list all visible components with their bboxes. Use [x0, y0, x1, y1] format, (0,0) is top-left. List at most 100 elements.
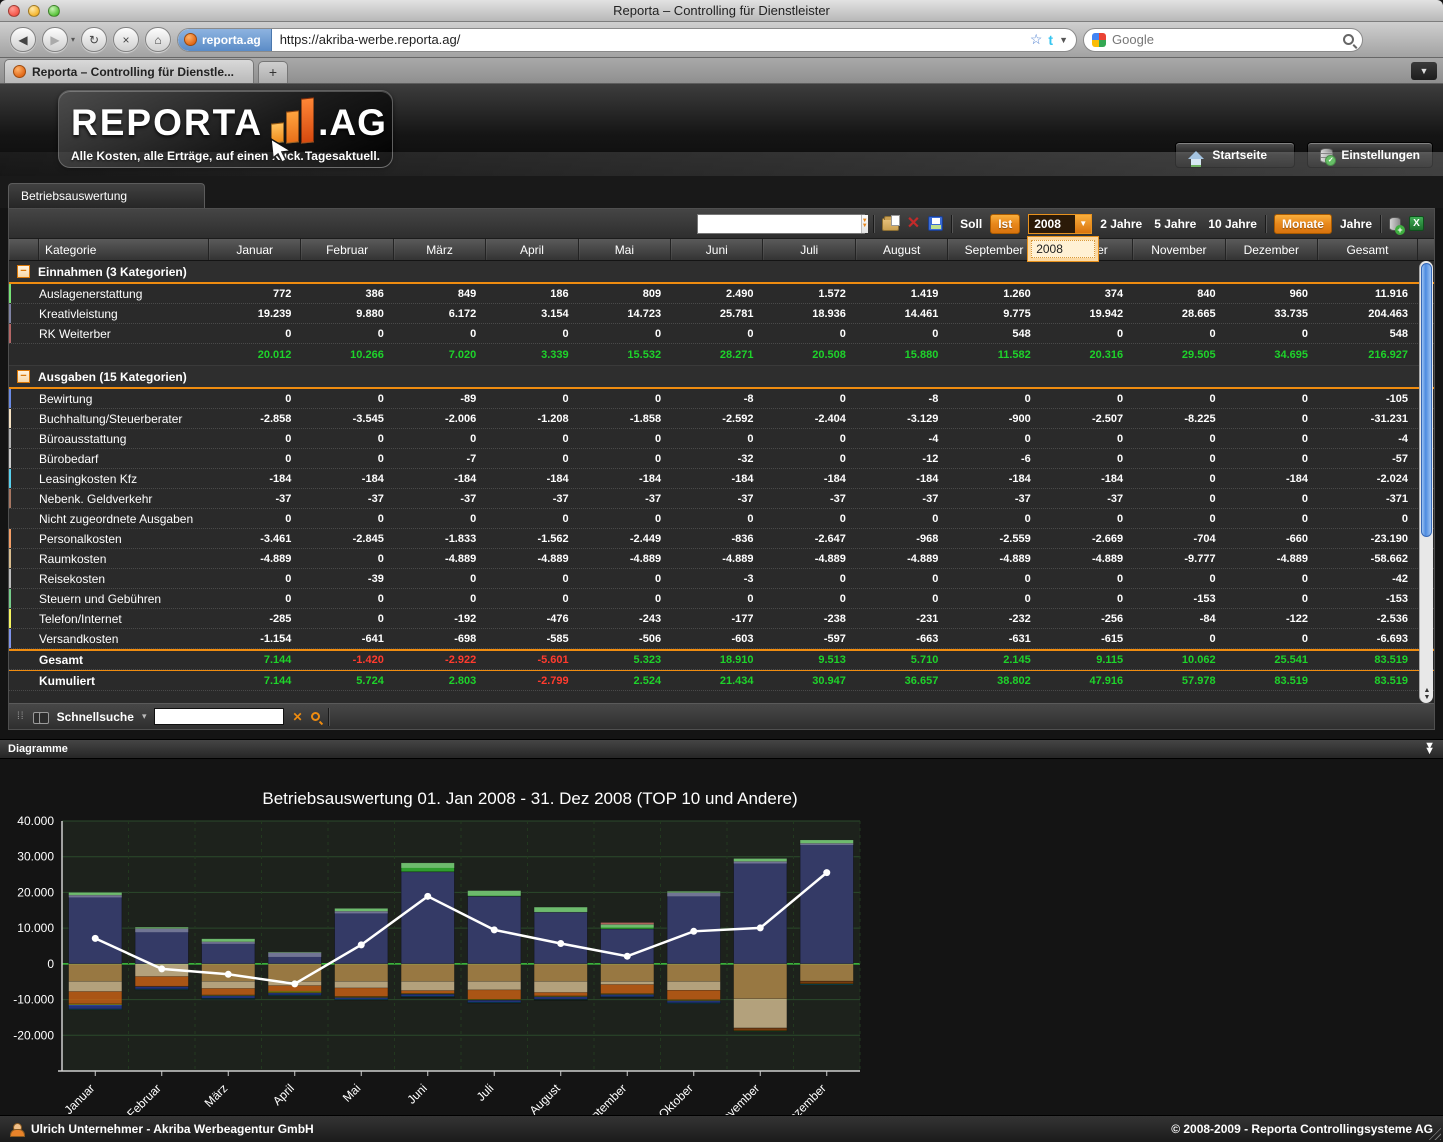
startseite-button[interactable]: Startseite	[1175, 142, 1295, 168]
quick-search-clear-icon[interactable]: ✕	[292, 710, 302, 724]
year-select[interactable]: 2008 ▼ 2008	[1028, 214, 1092, 234]
expense-row[interactable]: Steuern und Gebühren0000000000-1530-153	[9, 589, 1434, 609]
income-row[interactable]: Kreativleistung19.2399.8806.1723.15414.7…	[9, 304, 1434, 324]
quick-search-input[interactable]	[154, 708, 284, 725]
cell-value: -238	[763, 613, 855, 625]
quick-search-caret-icon[interactable]: ▾	[142, 711, 147, 722]
column-header[interactable]: Februar	[301, 239, 393, 260]
collapse-chevron-icon[interactable]: ▼▼	[1424, 744, 1435, 754]
column-header[interactable]: November	[1133, 239, 1225, 260]
column-header[interactable]: Januar	[209, 239, 301, 260]
scrollbar-thumb[interactable]	[1421, 263, 1432, 537]
year-select-trigger-icon[interactable]: ▼	[1075, 215, 1091, 233]
income-row[interactable]: RK Weiterber00000000548000548	[9, 324, 1434, 344]
cell-value: -5.601	[486, 654, 578, 666]
history-caret-icon[interactable]: ▾	[71, 35, 75, 44]
new-tab-button[interactable]: +	[258, 61, 288, 83]
search-bar[interactable]: Google	[1083, 28, 1363, 52]
expense-row[interactable]: Personalkosten-3.461-2.845-1.833-1.562-2…	[9, 529, 1434, 549]
range-link[interactable]: 2 Jahre	[1100, 217, 1142, 231]
column-header[interactable]: April	[486, 239, 578, 260]
column-header[interactable]: Dezember	[1226, 239, 1318, 260]
range-link[interactable]: 10 Jahre	[1208, 217, 1257, 231]
income-total-row[interactable]: 20.01210.2667.0203.33915.53228.27120.508…	[9, 344, 1434, 366]
combobox-trigger-icon[interactable]: ▼▼	[861, 215, 868, 233]
collapse-minus-icon[interactable]: −	[17, 265, 30, 278]
column-header[interactable]: August	[856, 239, 948, 260]
table-scrollbar[interactable]: ▲▼	[1419, 261, 1433, 703]
diagram-section-header[interactable]: Diagramme ▼▼	[0, 739, 1443, 759]
cell-value: 0	[763, 453, 855, 465]
expense-row[interactable]: Versandkosten-1.154-641-698-585-506-603-…	[9, 629, 1434, 649]
browser-window: Reporta – Controlling für Dienstleister …	[0, 0, 1443, 1142]
stop-button[interactable]: ×	[113, 27, 139, 52]
collapse-minus-icon[interactable]: −	[17, 370, 30, 383]
back-button[interactable]: ◀	[10, 27, 36, 52]
cell-value: 386	[301, 288, 393, 300]
view-combobox-input[interactable]	[698, 215, 861, 233]
delete-view-icon[interactable]: ✕	[907, 216, 920, 232]
column-header[interactable]: März	[394, 239, 486, 260]
cell-value: -285	[209, 613, 301, 625]
category-color-swatch	[9, 529, 11, 548]
cell-value: 0	[671, 593, 763, 605]
einstellungen-button[interactable]: Einstellungen	[1307, 142, 1433, 168]
scrollbar-arrows[interactable]: ▲▼	[1420, 687, 1434, 701]
expense-row[interactable]: Nicht zugeordnete Ausgaben0000000000000	[9, 509, 1434, 529]
income-row[interactable]: Auslagenerstattung7723868491868092.4901.…	[9, 284, 1434, 304]
url-dropdown-icon[interactable]: ▼	[1059, 35, 1068, 45]
expense-row[interactable]: Telefon/Internet-2850-192-476-243-177-23…	[9, 609, 1434, 629]
reload-button[interactable]: ↻	[81, 27, 107, 52]
column-header[interactable]: Juli	[763, 239, 855, 260]
search-magnifier-icon[interactable]	[1343, 34, 1354, 45]
gesamt-row[interactable]: Gesamt7.144-1.420-2.922-5.6015.32318.910…	[9, 649, 1434, 670]
column-header[interactable]: Gesamt	[1318, 239, 1418, 260]
income-group-header[interactable]: −Einnahmen (3 Kategorien)	[9, 261, 1434, 284]
jahre-button[interactable]: Jahre	[1340, 217, 1372, 231]
range-link[interactable]: 5 Jahre	[1154, 217, 1196, 231]
view-combobox[interactable]: ▼▼	[697, 214, 865, 234]
drag-handle-icon[interactable]: ⁞⁞	[17, 711, 25, 722]
url-text[interactable]: https://akriba-werbe.reporta.ag/	[272, 32, 1030, 47]
ist-button[interactable]: Ist	[990, 214, 1020, 234]
database-add-icon[interactable]	[1389, 217, 1401, 231]
expense-group-header[interactable]: −Ausgaben (15 Kategorien)	[9, 366, 1434, 389]
tab-list-button[interactable]: ▼	[1411, 62, 1437, 80]
category-color-swatch	[9, 409, 11, 428]
browser-tab[interactable]: Reporta – Controlling für Dienstle...	[4, 59, 254, 83]
expense-row[interactable]: Bürobedarf00-700-320-12-6000-57	[9, 449, 1434, 469]
expense-row[interactable]: Leasingkosten Kfz-184-184-184-184-184-18…	[9, 469, 1434, 489]
monate-button[interactable]: Monate	[1274, 214, 1332, 234]
expense-row[interactable]: Raumkosten-4.8890-4.889-4.889-4.889-4.88…	[9, 549, 1434, 569]
expense-row[interactable]: Buchhaltung/Steuerberater-2.858-3.545-2.…	[9, 409, 1434, 429]
year-option[interactable]: 2008	[1031, 240, 1095, 258]
expense-row[interactable]: Bewirtung00-8900-80-80000-105	[9, 389, 1434, 409]
status-footer: Ulrich Unternehmer - Akriba Werbeagentur…	[0, 1115, 1443, 1142]
twitter-icon[interactable]: t	[1048, 32, 1053, 48]
excel-export-icon[interactable]: X	[1409, 216, 1424, 231]
column-header[interactable]: Juni	[671, 239, 763, 260]
logo-tagline2: Tagesaktuell.	[305, 149, 380, 163]
column-header[interactable]: Mai	[579, 239, 671, 260]
quick-search-go-icon[interactable]	[311, 712, 320, 721]
forward-button[interactable]: ▶	[42, 27, 68, 52]
tab-betriebsauswertung[interactable]: Betriebsauswertung	[8, 183, 205, 208]
cell-value: 9.115	[1041, 654, 1133, 666]
column-header[interactable]: Kategorie	[39, 239, 209, 260]
expense-row[interactable]: Büroausstattung0000000-40000-4	[9, 429, 1434, 449]
bookmark-star-icon[interactable]: ☆	[1030, 31, 1043, 48]
url-bar[interactable]: reporta.ag https://akriba-werbe.reporta.…	[177, 28, 1077, 52]
cell-value: -105	[1318, 393, 1418, 405]
google-icon[interactable]	[1092, 33, 1106, 47]
load-view-icon[interactable]	[882, 218, 899, 231]
search-placeholder[interactable]: Google	[1112, 32, 1337, 47]
save-view-icon[interactable]	[928, 216, 943, 231]
cell-value: -4.889	[579, 553, 671, 565]
home-button[interactable]: ⌂	[145, 27, 171, 52]
kumuliert-row[interactable]: Kumuliert7.1445.7242.803-2.7992.52421.43…	[9, 670, 1434, 691]
soll-label[interactable]: Soll	[960, 217, 982, 231]
expense-row[interactable]: Nebenk. Geldverkehr-37-37-37-37-37-37-37…	[9, 489, 1434, 509]
expense-row[interactable]: Reisekosten0-39000-3000000-42	[9, 569, 1434, 589]
cell-value: -2.536	[1318, 613, 1418, 625]
site-identity[interactable]: reporta.ag	[178, 29, 272, 51]
